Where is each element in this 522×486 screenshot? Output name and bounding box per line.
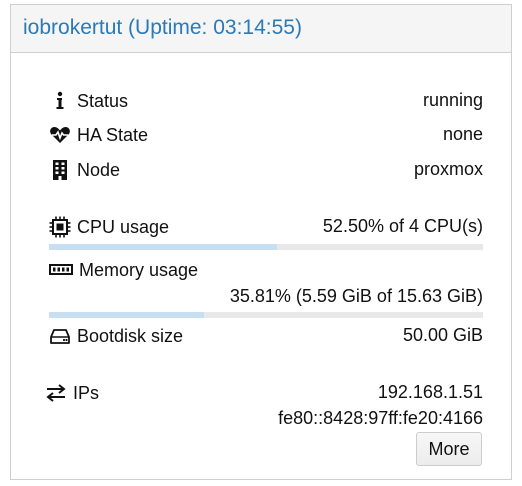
cpu-usage-bar bbox=[49, 244, 483, 250]
node-row: Node proxmox bbox=[49, 159, 483, 185]
status-value: running bbox=[422, 90, 483, 110]
cpu-usage-label: CPU usage bbox=[77, 216, 170, 237]
memory-usage-row: Memory usage bbox=[49, 259, 483, 285]
exchange-arrows-icon bbox=[45, 382, 67, 404]
memory-usage-label: Memory usage bbox=[79, 259, 199, 280]
building-icon bbox=[49, 159, 71, 181]
cpu-usage-value: 52.50% of 4 CPU(s) bbox=[322, 216, 483, 236]
memory-icon bbox=[49, 259, 73, 281]
panel-title: iobrokertut (Uptime: 03:14:55) bbox=[23, 16, 302, 39]
bootdisk-value: 50.00 GiB bbox=[402, 325, 483, 345]
cpu-usage-row: CPU usage 52.50% of 4 CPU(s) bbox=[49, 216, 483, 242]
ha-state-value: none bbox=[442, 124, 483, 144]
ips-row: IPs 192.168.1.51 bbox=[45, 382, 483, 408]
hdd-icon bbox=[49, 325, 71, 347]
cpu-usage-bar-fill bbox=[49, 244, 277, 250]
ha-state-row: HA State none bbox=[49, 124, 483, 150]
memory-usage-value: 35.81% (5.59 GiB of 15.63 GiB) bbox=[229, 286, 483, 306]
ips-label: IPs bbox=[73, 382, 100, 403]
ha-state-label: HA State bbox=[77, 124, 149, 145]
ipv4-value: 192.168.1.51 bbox=[377, 382, 483, 402]
bootdisk-row: Bootdisk size 50.00 GiB bbox=[49, 325, 483, 351]
ipv6-row: fe80::8428:97ff:fe20:4166 bbox=[49, 408, 483, 434]
node-value: proxmox bbox=[413, 159, 483, 179]
heartbeat-icon bbox=[49, 124, 71, 146]
cpu-chip-icon bbox=[49, 216, 71, 238]
info-icon bbox=[49, 90, 71, 112]
ipv6-value: fe80::8428:97ff:fe20:4166 bbox=[278, 408, 483, 428]
node-label: Node bbox=[77, 159, 121, 180]
more-button[interactable]: More bbox=[416, 432, 482, 466]
status-row: Status running bbox=[49, 90, 483, 116]
memory-usage-bar bbox=[49, 312, 483, 318]
memory-usage-value-row: 35.81% (5.59 GiB of 15.63 GiB) bbox=[49, 286, 483, 312]
status-label: Status bbox=[77, 90, 129, 111]
memory-usage-bar-fill bbox=[49, 312, 205, 318]
guest-status-panel: iobrokertut (Uptime: 03:14:55) Status ru… bbox=[10, 4, 512, 480]
panel-header: iobrokertut (Uptime: 03:14:55) bbox=[11, 5, 511, 53]
bootdisk-label: Bootdisk size bbox=[77, 325, 184, 346]
